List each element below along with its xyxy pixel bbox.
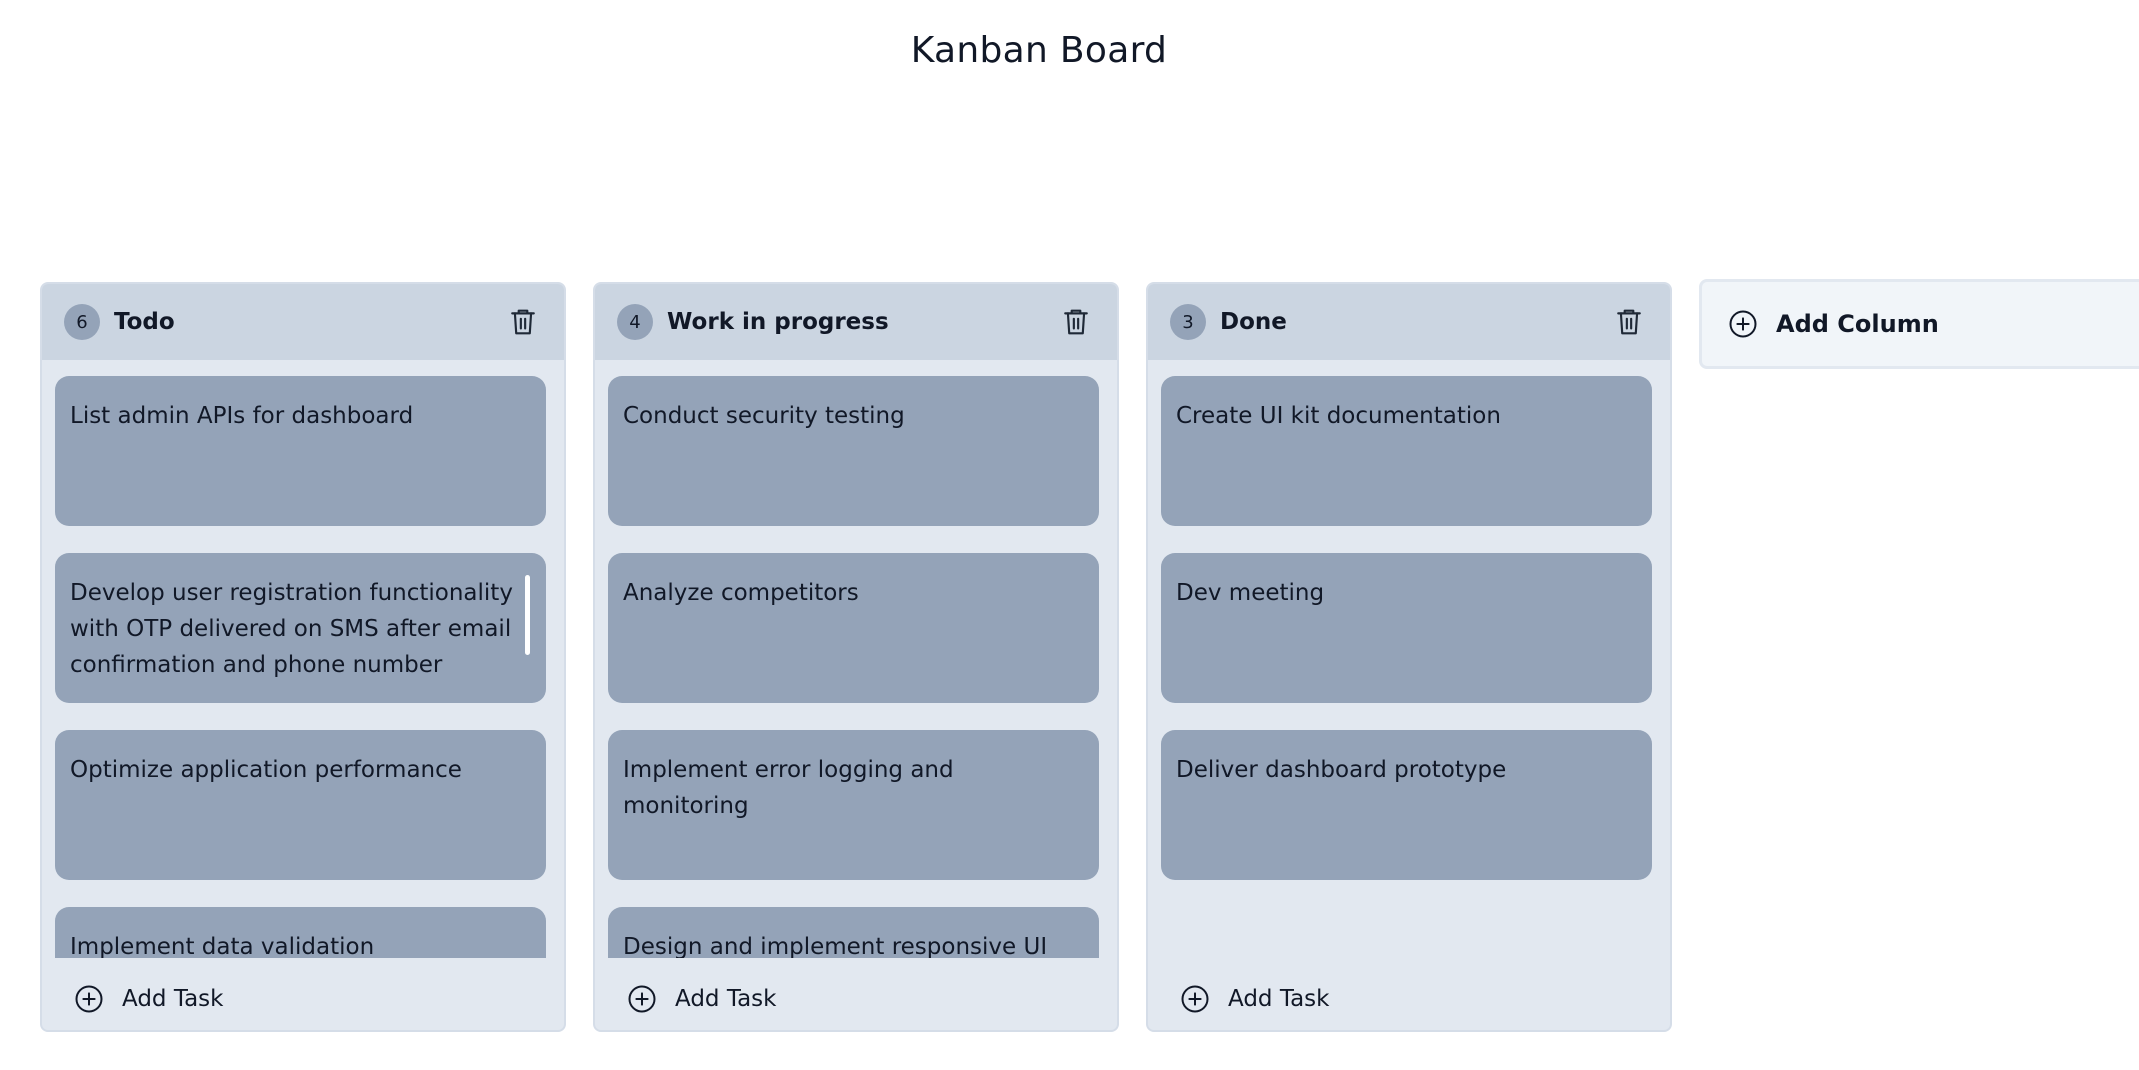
add-task-label: Add Task — [675, 986, 777, 1012]
task-card[interactable]: Develop user registration functionality … — [55, 553, 546, 703]
column-title: Done — [1220, 309, 1287, 335]
add-task-button[interactable]: Add Task — [74, 984, 223, 1014]
task-text: Develop user registration functionality … — [70, 580, 513, 678]
delete-column-button[interactable] — [506, 305, 540, 339]
kanban-board: 6 Todo List admin APIs for dashboard Dev… — [40, 279, 2139, 1032]
plus-circle-icon — [628, 985, 656, 1013]
task-list: Conduct security testing Analyze competi… — [608, 376, 1099, 958]
delete-column-button[interactable] — [1059, 305, 1093, 339]
task-text: Create UI kit documentation — [1176, 403, 1501, 429]
task-card[interactable]: Conduct security testing — [608, 376, 1099, 526]
task-text: Design and implement responsive UI — [623, 934, 1048, 958]
column-work-in-progress: 4 Work in progress Conduct security test… — [593, 282, 1119, 1032]
plus-circle-icon — [75, 985, 103, 1013]
task-count-badge: 6 — [64, 304, 100, 340]
add-task-label: Add Task — [1228, 986, 1330, 1012]
column-header[interactable]: 4 Work in progress — [595, 284, 1117, 360]
trash-icon — [511, 309, 535, 335]
task-list: Create UI kit documentation Dev meeting … — [1161, 376, 1652, 958]
task-text: Implement data validation — [70, 934, 375, 958]
task-text: Conduct security testing — [623, 403, 905, 429]
trash-icon — [1064, 309, 1088, 335]
add-task-button[interactable]: Add Task — [1180, 984, 1329, 1014]
page-title: Kanban Board — [910, 30, 1168, 71]
column-title: Todo — [114, 309, 175, 335]
delete-column-button[interactable] — [1612, 305, 1646, 339]
task-list: List admin APIs for dashboard Develop us… — [55, 376, 546, 958]
task-card[interactable]: Implement error logging and monitoring — [608, 730, 1099, 880]
task-text: Analyze competitors — [623, 580, 859, 606]
task-text: Dev meeting — [1176, 580, 1325, 606]
column-todo: 6 Todo List admin APIs for dashboard Dev… — [40, 282, 566, 1032]
add-task-button[interactable]: Add Task — [627, 984, 776, 1014]
task-count-badge: 4 — [617, 304, 653, 340]
column-header[interactable]: 3 Done — [1148, 284, 1670, 360]
task-text: Implement error logging and monitoring — [623, 757, 954, 819]
task-card[interactable]: Analyze competitors — [608, 553, 1099, 703]
task-card[interactable]: Optimize application performance — [55, 730, 546, 880]
add-column-button[interactable]: Add Column — [1699, 279, 2139, 369]
task-text: List admin APIs for dashboard — [70, 403, 414, 429]
plus-circle-icon — [1729, 310, 1757, 338]
task-scrollbar[interactable] — [525, 575, 530, 655]
task-card[interactable]: Dev meeting — [1161, 553, 1652, 703]
add-column-label: Add Column — [1776, 310, 1939, 338]
task-card[interactable]: Design and implement responsive UI — [608, 907, 1099, 958]
plus-circle-icon — [1181, 985, 1209, 1013]
task-card[interactable]: Deliver dashboard prototype — [1161, 730, 1652, 880]
task-card[interactable]: Create UI kit documentation — [1161, 376, 1652, 526]
column-title: Work in progress — [667, 309, 889, 335]
task-card[interactable]: List admin APIs for dashboard — [55, 376, 546, 526]
task-card[interactable]: Implement data validation — [55, 907, 546, 958]
trash-icon — [1617, 309, 1641, 335]
column-done: 3 Done Create UI kit documentation Dev m… — [1146, 282, 1672, 1032]
task-text: Optimize application performance — [70, 757, 462, 783]
task-count-badge: 3 — [1170, 304, 1206, 340]
add-task-label: Add Task — [122, 986, 224, 1012]
task-text: Deliver dashboard prototype — [1176, 757, 1507, 783]
column-header[interactable]: 6 Todo — [42, 284, 564, 360]
